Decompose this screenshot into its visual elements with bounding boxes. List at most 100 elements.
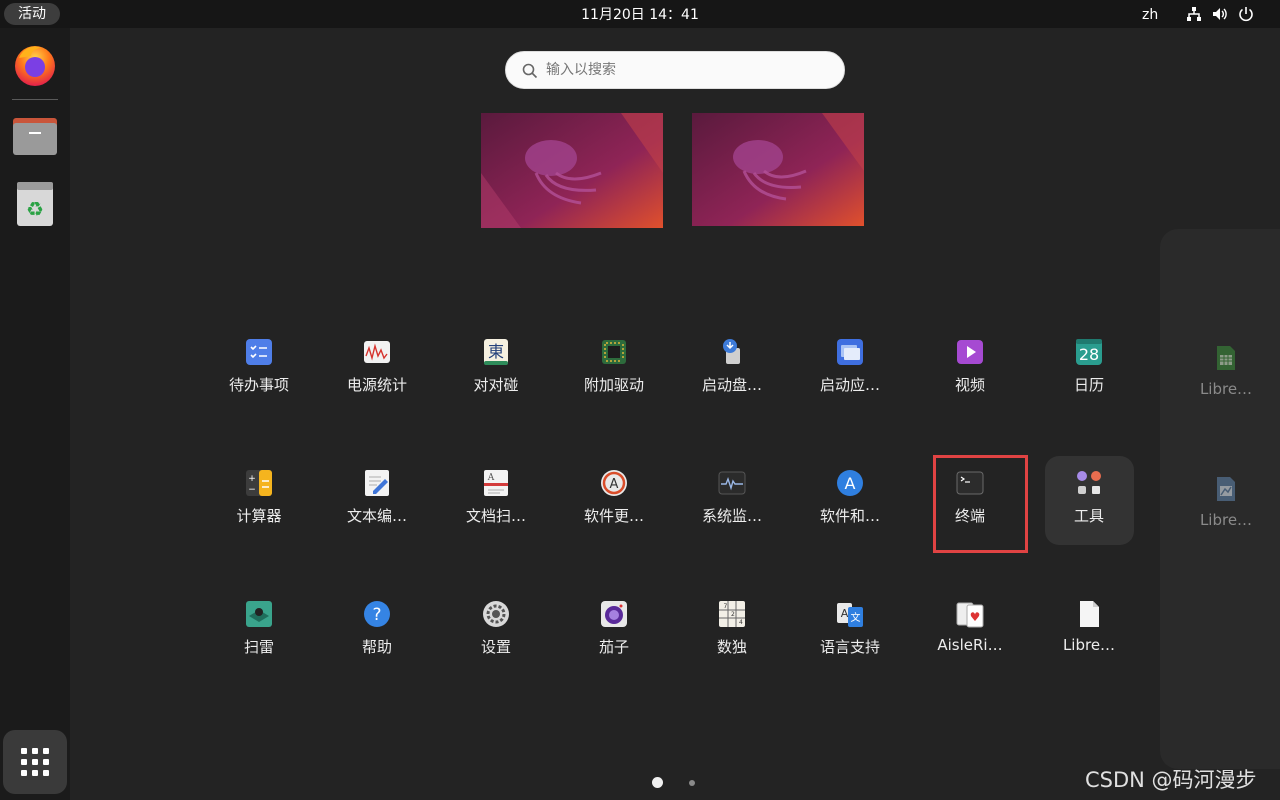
app-startup-disk-creator[interactable]: 启动盘… — [677, 326, 787, 416]
svg-text:文: 文 — [851, 611, 861, 624]
aisleriot-icon: ♥ — [956, 600, 984, 628]
svg-text:7: 7 — [724, 603, 728, 610]
app-label: 视频 — [954, 376, 985, 394]
app-label: Libre… — [1199, 511, 1253, 529]
svg-text:+: + — [248, 474, 256, 484]
volume-icon — [1212, 6, 1228, 22]
system-monitor-icon — [718, 469, 746, 497]
app-label: 待办事项 — [228, 376, 289, 394]
app-system-monitor[interactable]: 系统监… — [677, 457, 787, 547]
search-input[interactable] — [546, 52, 836, 88]
app-startup-applications[interactable]: 启动应… — [795, 326, 905, 416]
show-apps-button[interactable] — [3, 730, 67, 794]
grid-icon — [21, 748, 49, 776]
app-label: 语言支持 — [819, 638, 880, 656]
app-videos[interactable]: 视频 — [915, 326, 1025, 416]
next-page-preview[interactable]: Libre… Libre… — [1160, 229, 1280, 769]
mines-icon — [245, 600, 273, 628]
power-statistics-icon — [363, 338, 391, 366]
app-label: 扫雷 — [243, 638, 274, 656]
app-label: 启动盘… — [701, 376, 762, 394]
app-calendar[interactable]: 28 日历 — [1034, 326, 1144, 416]
app-mines[interactable]: 扫雷 — [204, 588, 314, 678]
app-libreoffice-draw[interactable]: Libre… — [1186, 463, 1266, 553]
sudoku-icon: 724 — [718, 600, 746, 628]
power-icon — [1238, 6, 1254, 22]
network-icon — [1186, 6, 1202, 22]
app-label: 对对碰 — [473, 376, 519, 394]
firefox-icon[interactable] — [11, 40, 59, 88]
software-updater-icon: A — [600, 469, 628, 497]
scanner-icon: A — [482, 469, 510, 497]
input-source-indicator[interactable]: zh — [1142, 0, 1158, 30]
app-software-sources[interactable]: A 软件和… — [795, 457, 905, 547]
app-label: 数独 — [716, 638, 747, 656]
page-indicator-1[interactable] — [652, 777, 663, 788]
folder-icon — [1075, 469, 1103, 497]
app-label: 系统监… — [701, 507, 762, 525]
calendar-icon: 28 — [1075, 338, 1103, 366]
activities-button[interactable]: 活动 — [4, 3, 60, 25]
svg-text:♥: ♥ — [970, 610, 981, 624]
app-todo[interactable]: 待办事项 — [204, 326, 314, 416]
calculator-icon: + − — [245, 469, 273, 497]
app-libreoffice-calc[interactable]: Libre… — [1186, 332, 1266, 422]
app-settings[interactable]: 设置 — [441, 588, 551, 678]
page-indicator-2[interactable] — [689, 780, 695, 786]
clock-label[interactable]: 11月20日 14：41 — [581, 7, 699, 23]
app-grid-overview: 活动 11月20日 14：41 zh ♻ 输入以搜索 Libre… Libre…… — [0, 0, 1280, 800]
workspace-thumbnail-1[interactable] — [481, 113, 663, 228]
text-editor-icon — [363, 469, 391, 497]
svg-text:4: 4 — [739, 619, 743, 626]
app-text-editor[interactable]: 文本编… — [322, 457, 432, 547]
app-libreoffice[interactable]: Libre… — [1034, 588, 1144, 678]
app-label: AisleRi… — [937, 636, 1003, 654]
app-label: 日历 — [1073, 376, 1104, 394]
usb-creator-icon — [718, 338, 746, 366]
svg-text:28: 28 — [1079, 345, 1099, 364]
app-label: 文档扫… — [465, 507, 526, 525]
app-cheese[interactable]: 茄子 — [559, 588, 669, 678]
files-icon[interactable] — [11, 112, 59, 160]
settings-icon — [482, 600, 510, 628]
app-label: 工具 — [1073, 507, 1104, 525]
app-label: 文本编… — [346, 507, 407, 525]
mahjongg-icon: 東 — [482, 338, 510, 366]
svg-text:−: − — [248, 485, 256, 495]
app-calculator[interactable]: + − 计算器 — [204, 457, 314, 547]
app-label: 附加驱动 — [583, 376, 644, 394]
app-label: 设置 — [480, 638, 511, 656]
libreoffice-calc-icon — [1212, 344, 1240, 372]
app-label: 茄子 — [598, 638, 629, 656]
help-icon: ? — [363, 600, 391, 628]
libreoffice-draw-icon — [1212, 475, 1240, 503]
todo-icon — [245, 338, 273, 366]
app-label: 软件和… — [819, 507, 880, 525]
app-language-support[interactable]: A文 语言支持 — [795, 588, 905, 678]
software-sources-icon: A — [836, 469, 864, 497]
app-sudoku[interactable]: 724 数独 — [677, 588, 787, 678]
startup-apps-icon — [836, 338, 864, 366]
app-mahjongg[interactable]: 東 对对碰 — [441, 326, 551, 416]
app-folder-tools[interactable]: 工具 — [1034, 457, 1144, 547]
svg-text:?: ? — [372, 605, 381, 625]
search-bar[interactable] — [505, 51, 845, 89]
app-label: Libre… — [1199, 380, 1253, 398]
cheese-icon — [600, 600, 628, 628]
app-help[interactable]: ? 帮助 — [322, 588, 432, 678]
workspace-thumbnail-2[interactable] — [692, 113, 864, 226]
system-tray[interactable] — [1186, 5, 1254, 23]
app-aisleriot[interactable]: ♥ AisleRi… — [915, 588, 1025, 678]
app-additional-drivers[interactable]: 附加驱动 — [559, 326, 669, 416]
libreoffice-icon — [1075, 600, 1103, 628]
app-document-scanner[interactable]: A 文档扫… — [441, 457, 551, 547]
svg-text:A: A — [610, 477, 619, 492]
svg-text:A: A — [845, 474, 856, 493]
app-power-statistics[interactable]: 电源统计 — [322, 326, 432, 416]
svg-text:東: 東 — [488, 342, 504, 361]
search-icon — [522, 63, 538, 79]
app-software-updater[interactable]: A 软件更… — [559, 457, 669, 547]
app-label: 软件更… — [583, 507, 644, 525]
trash-icon[interactable]: ♻ — [11, 180, 59, 228]
dock-separator — [12, 99, 58, 100]
